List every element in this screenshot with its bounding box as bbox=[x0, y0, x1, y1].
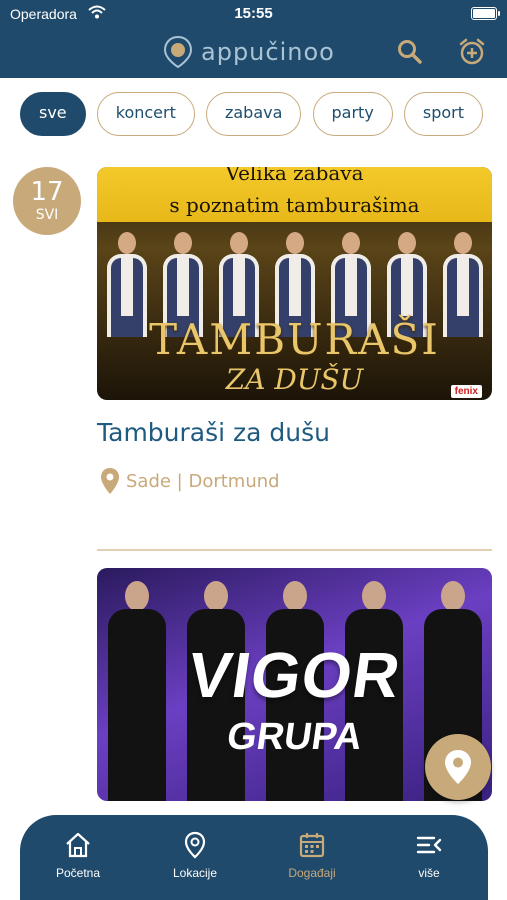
location-pin-icon bbox=[184, 831, 206, 859]
filter-chip-party[interactable]: party bbox=[312, 92, 393, 136]
calendar-icon bbox=[299, 833, 325, 858]
tab-lokacije[interactable]: Lokacije bbox=[150, 831, 240, 880]
tab-label: više bbox=[418, 866, 440, 880]
event-title[interactable]: Tamburaši za dušu bbox=[97, 418, 330, 447]
status-bar: Operadora 15:55 bbox=[0, 0, 507, 28]
app-name: appučinoo bbox=[201, 38, 335, 66]
tab-pocetna[interactable]: Početna bbox=[33, 831, 123, 880]
battery-icon bbox=[471, 7, 500, 20]
date-day: 17 bbox=[30, 177, 64, 207]
tab-dogadaji[interactable]: Događaji bbox=[267, 831, 357, 880]
tab-label: Lokacije bbox=[172, 866, 218, 880]
poster-text-sub: s poznatim tamburašima bbox=[169, 193, 420, 217]
search-icon[interactable] bbox=[396, 38, 424, 66]
filter-chip-zabava[interactable]: zabava bbox=[205, 92, 302, 136]
home-icon bbox=[66, 832, 90, 858]
map-view-button[interactable] bbox=[425, 734, 491, 800]
event-poster-image[interactable]: Velika zabava s poznatim tamburašima TAM… bbox=[97, 167, 492, 400]
location-pin-icon bbox=[101, 468, 119, 494]
location-pin-logo-icon bbox=[163, 35, 193, 69]
poster-title: VIGOR bbox=[183, 639, 406, 711]
poster-banner: Velika zabava s poznatim tamburašima bbox=[97, 167, 492, 222]
poster-sponsor-logo: fenix bbox=[450, 385, 482, 398]
poster-title: TAMBURAŠI bbox=[149, 315, 440, 364]
app-brand: appučinoo bbox=[163, 34, 335, 70]
poster-text-top: Velika zabava bbox=[225, 167, 364, 185]
event-location[interactable]: Sade | Dortmund bbox=[100, 466, 280, 496]
tab-vise[interactable]: više bbox=[384, 831, 474, 880]
status-time: 15:55 bbox=[234, 5, 273, 22]
category-filter-bar: sve koncert zabava party sport bbox=[20, 92, 507, 138]
tab-label: Početna bbox=[55, 866, 101, 880]
app-header: Operadora 15:55 appučinoo bbox=[0, 0, 507, 78]
alarm-add-icon[interactable] bbox=[458, 38, 486, 66]
bottom-tab-bar: Početna Lokacije Događaji više bbox=[20, 815, 488, 900]
date-month: SVI bbox=[35, 207, 59, 223]
menu-more-icon bbox=[416, 836, 442, 854]
filter-chip-sport[interactable]: sport bbox=[403, 92, 484, 136]
location-pin-icon bbox=[445, 750, 471, 784]
event-date-badge: 17 SVI bbox=[13, 167, 81, 235]
event-divider bbox=[97, 549, 492, 551]
poster-title-2: ZA DUŠU bbox=[225, 363, 364, 396]
filter-chip-sve[interactable]: sve bbox=[20, 92, 86, 136]
tab-label: Događaji bbox=[288, 866, 336, 880]
location-text: Sade | Dortmund bbox=[126, 470, 280, 492]
filter-chip-koncert[interactable]: koncert bbox=[96, 92, 195, 136]
